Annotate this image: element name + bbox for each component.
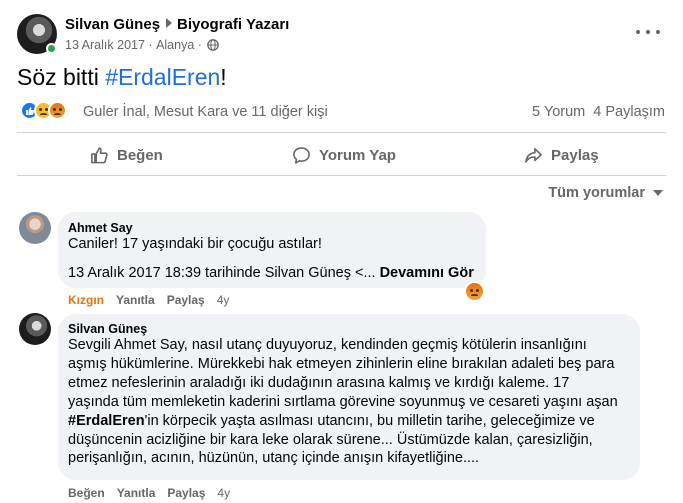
post-meta: 13 Aralık 2017 · Alanya ·	[65, 38, 219, 52]
hashtag-link[interactable]: #ErdalEren	[68, 413, 145, 429]
caret-down-icon	[653, 190, 663, 196]
comment-text: Caniler! 17 yaşındaki bir çocuğu astılar…	[68, 236, 322, 252]
thumbs-up-icon	[91, 146, 108, 163]
post-header-title: Silvan Güneş Biyografi Yazarı	[65, 16, 289, 33]
comment-age[interactable]: 4y	[217, 293, 230, 307]
share-link[interactable]: Paylaş	[167, 486, 205, 500]
comment-text: Sevgili Ahmet Say, nasıl utanç duyuyoruz…	[68, 337, 618, 467]
comment-count[interactable]: 5 Yorum	[532, 104, 585, 120]
share-count[interactable]: 4 Paylaşım	[593, 104, 665, 120]
angry-icon	[465, 282, 483, 300]
hashtag-link[interactable]: #ErdalEren	[105, 64, 220, 90]
comment-reaction-badge[interactable]	[464, 281, 484, 301]
commenter-name[interactable]: Silvan Güneş	[68, 322, 147, 336]
post-text: Söz bitti #ErdalEren!	[17, 64, 227, 90]
author-page-link[interactable]: Biyografi Yazarı	[177, 16, 289, 33]
reaction-icons[interactable]	[20, 101, 67, 123]
commenter-avatar[interactable]	[19, 313, 51, 345]
see-more-link[interactable]: Devamını Gör	[380, 265, 474, 281]
arrow-right-icon	[166, 18, 173, 28]
more-options-icon[interactable]	[636, 24, 660, 40]
facebook-post: Silvan Güneş Biyografi Yazarı 13 Aralık 2…	[0, 0, 683, 503]
post-date[interactable]: 13 Aralık 2017	[65, 38, 145, 52]
divider	[17, 132, 666, 133]
comment-button[interactable]: Yorum Yap	[292, 143, 396, 167]
globe-icon	[207, 39, 219, 51]
reply-link[interactable]: Yanıtla	[116, 293, 155, 307]
commenter-name[interactable]: Ahmet Say	[68, 221, 133, 235]
comment-age[interactable]: 4y	[217, 486, 230, 500]
share-button[interactable]: Paylaş	[524, 143, 599, 167]
speech-bubble-icon	[293, 146, 310, 164]
author-name[interactable]: Silvan Güneş	[65, 16, 160, 33]
post-counts: 5 Yorum 4 Paylaşım	[532, 104, 665, 120]
like-link[interactable]: Beğen	[68, 486, 105, 500]
angry-icon	[48, 101, 67, 120]
comment-actions: Kızgın Yanıtla Paylaş 4y	[68, 293, 241, 307]
commenter-avatar[interactable]	[19, 212, 51, 244]
comment-quote: 13 Aralık 2017 18:39 tarihinde Silvan Gü…	[68, 265, 474, 281]
comment-actions: Beğen Yanıtla Paylaş 4y	[68, 486, 242, 500]
share-link[interactable]: Paylaş	[167, 293, 205, 307]
reactors-list[interactable]: Guler İnal, Mesut Kara ve 11 diğer kişi	[83, 104, 328, 120]
share-arrow-icon	[525, 147, 542, 163]
divider	[17, 175, 666, 176]
like-button[interactable]: Beğen	[90, 143, 163, 167]
reply-link[interactable]: Yanıtla	[117, 486, 156, 500]
online-status-dot	[46, 43, 57, 54]
comment-sort-dropdown[interactable]: Tüm yorumlar	[548, 185, 663, 201]
reaction-link[interactable]: Kızgın	[68, 293, 104, 307]
post-location[interactable]: Alanya	[156, 38, 194, 52]
